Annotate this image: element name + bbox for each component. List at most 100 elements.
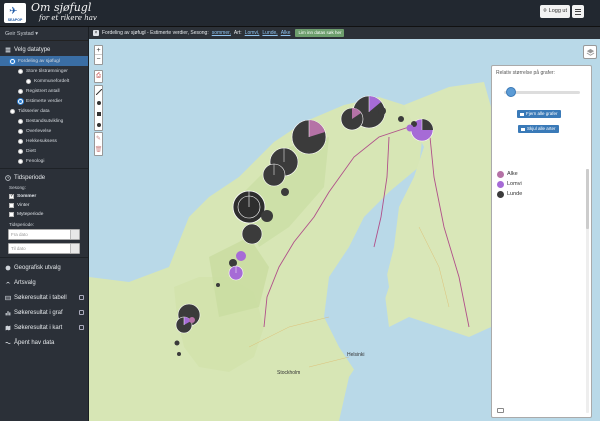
- radio-overlevelse[interactable]: Overlevelse: [0, 126, 88, 136]
- species-link-lomvi[interactable]: Lomvi,: [245, 30, 260, 36]
- radio-indicator[interactable]: [18, 128, 23, 134]
- delete-icon[interactable]: 🗑: [95, 144, 103, 155]
- radio-indicator[interactable]: [18, 138, 23, 144]
- section-time-title: Tidsperiode: [14, 174, 46, 181]
- legend-item-lomvi[interactable]: Lomvi: [497, 179, 522, 189]
- export-icon[interactable]: [79, 310, 84, 315]
- menu-graf[interactable]: Søkeresultat i graf: [0, 305, 88, 320]
- edit-toolbar: ✎ 🗑: [94, 132, 103, 156]
- season-sommer[interactable]: Sommer: [0, 192, 88, 201]
- menu-geografisk[interactable]: Geografisk utvalg: [0, 260, 88, 275]
- radio-store[interactable]: Store tilstrømninger: [0, 66, 88, 76]
- radio-kommune[interactable]: Kommunefordelt: [0, 76, 88, 86]
- layers-icon: [586, 48, 594, 56]
- bird-logo-icon: ✈: [9, 6, 18, 17]
- divider: [0, 168, 88, 169]
- draw-rectangle-icon[interactable]: [95, 108, 102, 119]
- hamburger-icon: [575, 8, 581, 10]
- menu-label: Artsvalg: [14, 279, 36, 286]
- radio-bestand[interactable]: Bestandsutvikling: [0, 116, 88, 126]
- menu-label: Søkeresultat i kart: [14, 324, 63, 331]
- legend-label: Lomvi: [507, 181, 522, 187]
- to-date-field[interactable]: Til dato: [8, 243, 80, 254]
- print-tool[interactable]: ⎙: [94, 70, 103, 83]
- calendar-icon[interactable]: [70, 230, 79, 239]
- size-slider-handle[interactable]: [506, 87, 516, 97]
- radio-indicator[interactable]: [18, 118, 23, 124]
- radio-indicator[interactable]: [26, 78, 31, 84]
- paste-search-badge[interactable]: Lim inn datas søk her: [295, 29, 345, 37]
- edit-icon[interactable]: ✎: [95, 133, 102, 144]
- menu-tabell[interactable]: Søkeresultat i tabell: [0, 290, 88, 305]
- menu-aapent-hav[interactable]: Åpent hav data: [0, 335, 88, 350]
- close-filter-icon[interactable]: ×: [93, 30, 99, 36]
- radio-indicator[interactable]: [10, 58, 15, 64]
- chart-icon: [5, 310, 11, 315]
- legend-item-alke[interactable]: Alke: [497, 169, 522, 179]
- layers-small-icon[interactable]: [497, 408, 504, 413]
- city-label-stockholm: Stockholm: [277, 370, 301, 376]
- logout-label: Logg ut: [548, 8, 567, 14]
- section-datatype-title: Velg datatype: [14, 46, 51, 53]
- map-icon: [5, 325, 11, 330]
- export-icon[interactable]: [79, 295, 84, 300]
- print-icon[interactable]: ⎙: [95, 71, 102, 82]
- radio-diett[interactable]: Diett: [0, 146, 88, 156]
- radio-label: Fordeling av sjøfugl: [18, 58, 60, 64]
- user-icon: ⍟: [543, 8, 547, 14]
- zoom-control: + −: [94, 45, 103, 65]
- species-link-lunde[interactable]: Lunde,: [262, 30, 277, 36]
- legend-scrollbar[interactable]: [586, 169, 589, 413]
- season-vinter[interactable]: Vinter: [0, 201, 88, 210]
- draw-polygon-icon[interactable]: [95, 97, 102, 108]
- hide-species-button[interactable]: Skjul alle arter: [518, 125, 559, 133]
- species-link-alke[interactable]: Alke: [281, 30, 291, 36]
- radio-indicator[interactable]: [18, 68, 23, 74]
- draw-marker-icon[interactable]: [95, 119, 102, 130]
- radio-indicator[interactable]: [18, 88, 23, 94]
- season-link[interactable]: sommer,: [212, 30, 231, 36]
- menu-kart[interactable]: Søkeresultat i kart: [0, 320, 88, 335]
- user-menu[interactable]: Geir Systad ▾: [0, 27, 88, 41]
- remove-graphs-button[interactable]: Fjern alle grafer: [517, 110, 561, 118]
- from-date-field[interactable]: Fra dato: [8, 229, 80, 240]
- section-time-header[interactable]: Tidsperiode: [0, 171, 88, 184]
- divider: [0, 257, 88, 258]
- legend-label: Lunde: [507, 191, 523, 197]
- radio-tidsserier[interactable]: Tidsserier data: [0, 106, 88, 116]
- layer-switcher-button[interactable]: [583, 45, 597, 59]
- zoom-in-button[interactable]: +: [95, 46, 102, 55]
- stack-icon: [5, 47, 11, 52]
- radio-indicator[interactable]: [18, 158, 23, 164]
- sidebar: Geir Systad ▾ Velg datatype Fordeling av…: [0, 27, 89, 421]
- checkbox[interactable]: [9, 203, 14, 208]
- menu-artsvalg[interactable]: Artsvalg: [0, 275, 88, 290]
- radio-indicator[interactable]: [18, 98, 23, 104]
- zoom-out-button[interactable]: −: [95, 55, 102, 64]
- radio-fordeling[interactable]: Fordeling av sjøfugl: [0, 56, 88, 66]
- logo-text: SEAPOP: [7, 18, 23, 22]
- logout-button[interactable]: ⍟ Logg ut: [540, 5, 570, 18]
- map-area[interactable]: × Fordeling av sjøfugl - Estimerte verdi…: [89, 27, 600, 421]
- checkbox-label: Vinter: [17, 203, 30, 208]
- brand-line-2: for et rikere hav: [39, 14, 97, 22]
- radio-indicator[interactable]: [10, 108, 15, 114]
- section-datatype-header[interactable]: Velg datatype: [0, 43, 88, 56]
- legend-item-lunde[interactable]: Lunde: [497, 189, 522, 199]
- radio-hekkesuksess[interactable]: Hekkesuksess: [0, 136, 88, 146]
- radio-fenologi[interactable]: Fenologi: [0, 156, 88, 166]
- radio-estimerte[interactable]: Estimerte verdier: [0, 96, 88, 106]
- bird-icon: [5, 281, 11, 284]
- season-myte[interactable]: Myteperiode: [0, 210, 88, 219]
- hamburger-menu-button[interactable]: [572, 5, 584, 18]
- seapop-logo[interactable]: ✈ SEAPOP: [4, 3, 26, 23]
- calendar-icon[interactable]: [70, 244, 79, 253]
- radio-registrert[interactable]: Registrert antall: [0, 86, 88, 96]
- draw-line-icon[interactable]: [95, 86, 102, 97]
- checkbox[interactable]: [9, 212, 14, 217]
- checkbox-label: Myteperiode: [17, 212, 44, 217]
- export-icon[interactable]: [79, 325, 84, 330]
- radio-indicator[interactable]: [18, 148, 23, 154]
- checkbox[interactable]: [9, 193, 14, 199]
- menu-label: Søkeresultat i graf: [14, 309, 63, 316]
